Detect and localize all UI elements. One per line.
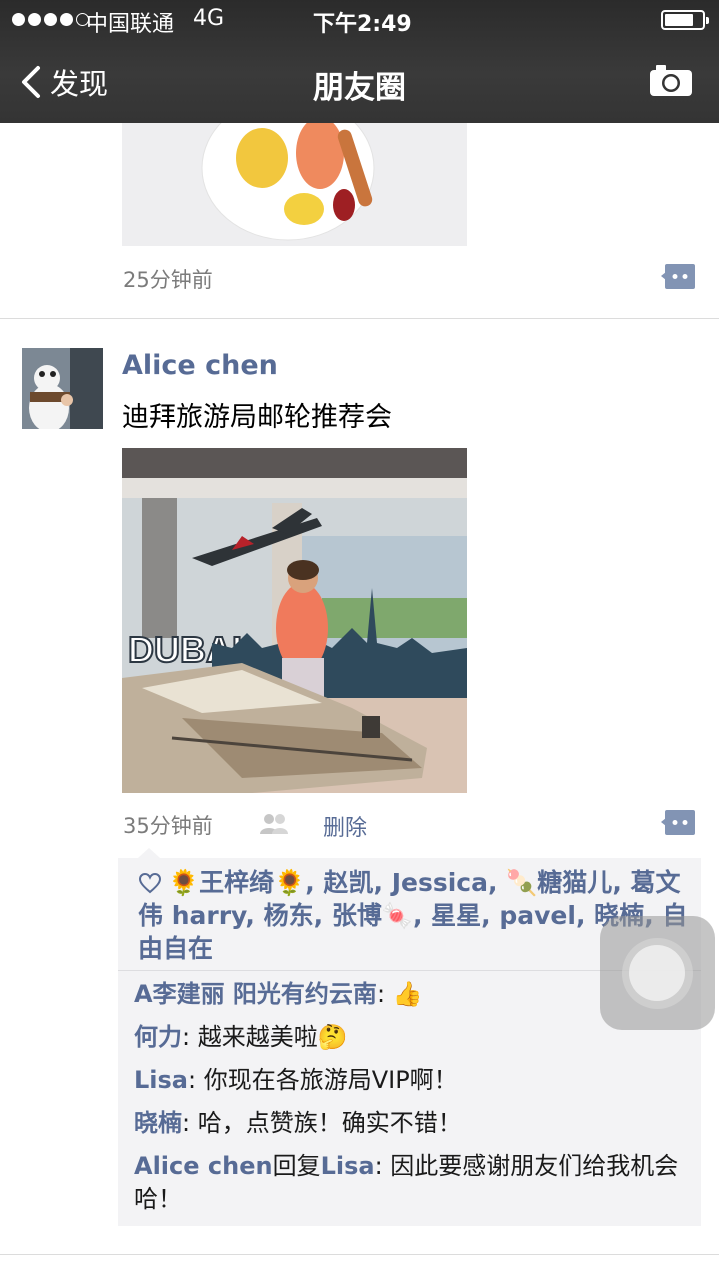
network-label: 4G bbox=[193, 6, 225, 31]
comment-author[interactable]: 晓楠 bbox=[134, 1109, 182, 1137]
clock: 下午2:49 bbox=[313, 12, 412, 37]
comment-text: 你现在各旅游局VIP啊！ bbox=[203, 1066, 458, 1094]
reply-word: 回复 bbox=[272, 1152, 321, 1180]
comment-author[interactable]: 何力 bbox=[134, 1023, 182, 1051]
comment-author[interactable]: Alice chen bbox=[134, 1152, 273, 1180]
comment-icon[interactable] bbox=[661, 263, 695, 290]
like-name[interactable]: Jessica bbox=[392, 868, 488, 897]
like-name[interactable]: pavel bbox=[499, 901, 576, 930]
like-name[interactable]: 张博🍬 bbox=[332, 901, 413, 930]
like-name[interactable]: 🍡糖猫儿 bbox=[506, 868, 612, 897]
comment-text: 越来越美啦🤔 bbox=[197, 1023, 348, 1051]
reply-target[interactable]: Lisa bbox=[321, 1152, 375, 1180]
assistive-touch-button[interactable] bbox=[600, 916, 715, 1030]
like-name[interactable]: 星星 bbox=[431, 901, 481, 930]
battery-icon bbox=[661, 10, 709, 30]
post-divider bbox=[0, 318, 719, 319]
top-bar: 中国联通 4G 下午2:49 发现 朋友圈 bbox=[0, 0, 719, 123]
interaction-panel: 🌻王梓绮🌻, 赵凯, Jessica, 🍡糖猫儿, 葛文伟 harry, 杨东,… bbox=[118, 848, 701, 1226]
delete-button[interactable]: 删除 bbox=[323, 810, 367, 842]
comment-item[interactable]: Alice chen回复Lisa: 因此要感谢朋友们给我机会哈！ bbox=[134, 1150, 694, 1216]
comment-text: 👍 bbox=[392, 980, 423, 1008]
comment-author[interactable]: Lisa bbox=[134, 1066, 188, 1094]
post-photo-dubai-cruise[interactable]: DUBAI bbox=[122, 448, 467, 793]
post-timestamp: 25分钟前 bbox=[123, 268, 213, 292]
carrier-label: 中国联通 bbox=[86, 12, 175, 37]
avatar[interactable] bbox=[22, 348, 103, 429]
signal-strength-icon bbox=[12, 13, 89, 26]
post-author[interactable]: Alice chen bbox=[122, 350, 278, 381]
assistive-touch-center bbox=[629, 945, 685, 1001]
like-name[interactable]: 杨东 bbox=[264, 901, 314, 930]
post-timestamp: 35分钟前 bbox=[123, 814, 213, 838]
like-name[interactable]: 赵凯 bbox=[323, 868, 373, 897]
status-bar: 中国联通 4G 下午2:49 bbox=[0, 0, 719, 40]
post-divider bbox=[0, 1254, 719, 1255]
heart-icon bbox=[138, 872, 162, 894]
page-title: 朋友圈 bbox=[313, 70, 406, 106]
post-photo-breakfast[interactable] bbox=[122, 123, 467, 246]
comment-author[interactable]: A李建丽 阳光有约云南 bbox=[134, 980, 377, 1008]
post-text: 迪拜旅游局邮轮推荐会 bbox=[122, 402, 392, 433]
comment-text: 哈，点赞族！确实不错！ bbox=[197, 1109, 462, 1137]
comment-icon[interactable] bbox=[661, 809, 695, 836]
camera-icon[interactable] bbox=[648, 62, 694, 98]
panel-pointer bbox=[138, 848, 160, 858]
like-name[interactable]: 🌻王梓绮🌻 bbox=[168, 868, 305, 897]
people-icon[interactable] bbox=[259, 813, 289, 835]
comment-item[interactable]: 晓楠: 哈，点赞族！确实不错！ bbox=[134, 1107, 694, 1140]
comment-item[interactable]: Lisa: 你现在各旅游局VIP啊！ bbox=[134, 1064, 694, 1097]
